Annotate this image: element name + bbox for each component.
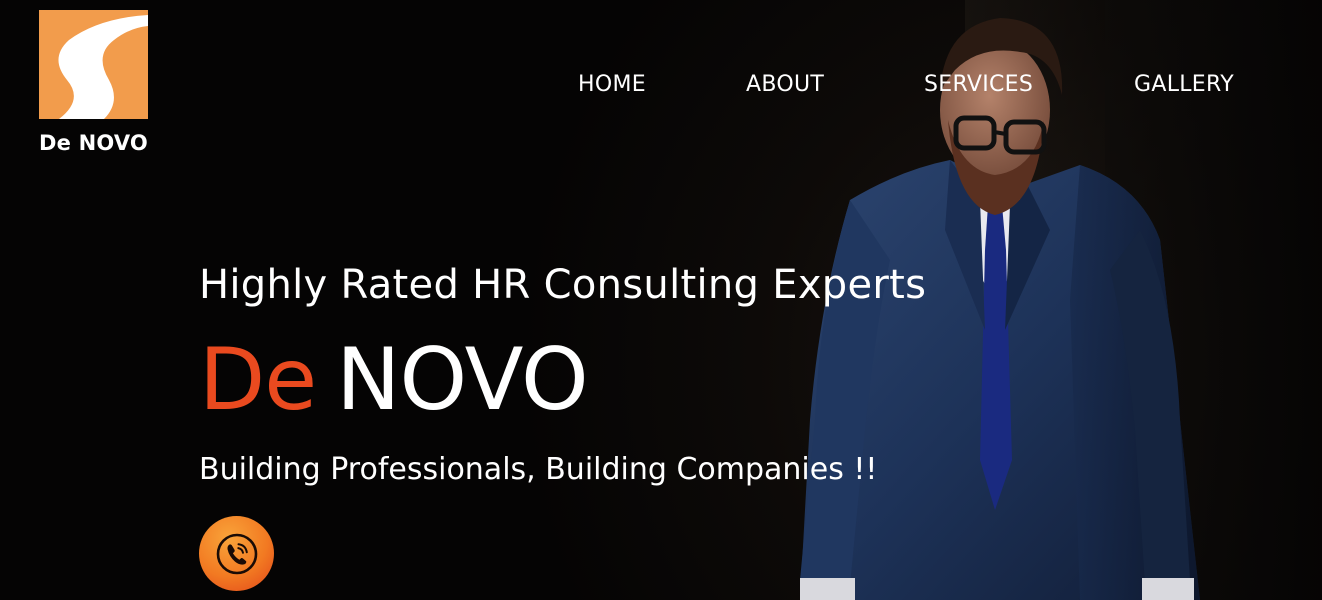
hero-tagline: Building Professionals, Building Compani… [199, 452, 878, 487]
site-logo[interactable]: De NOVO [39, 10, 154, 155]
logo-text: De NOVO [39, 131, 148, 155]
nav-services-link[interactable]: SERVICES [924, 72, 1033, 97]
nav-gallery-link[interactable]: GALLERY [1134, 72, 1234, 97]
phone-icon [216, 533, 257, 574]
hero-section: De NOVO HOME ABOUT SERVICES GALLERY High… [0, 0, 1322, 600]
main-nav: HOME ABOUT SERVICES GALLERY [560, 72, 1260, 102]
nav-home-link[interactable]: HOME [578, 72, 646, 97]
brand-second-word: NOVO [336, 330, 589, 430]
nav-about-link[interactable]: ABOUT [746, 72, 824, 97]
logo-mark-icon [39, 10, 148, 119]
hero-headline: Highly Rated HR Consulting Experts [199, 262, 927, 308]
call-button[interactable] [199, 516, 274, 591]
hero-brand-title: De NOVO [199, 330, 589, 430]
brand-first-word: De [199, 330, 317, 430]
